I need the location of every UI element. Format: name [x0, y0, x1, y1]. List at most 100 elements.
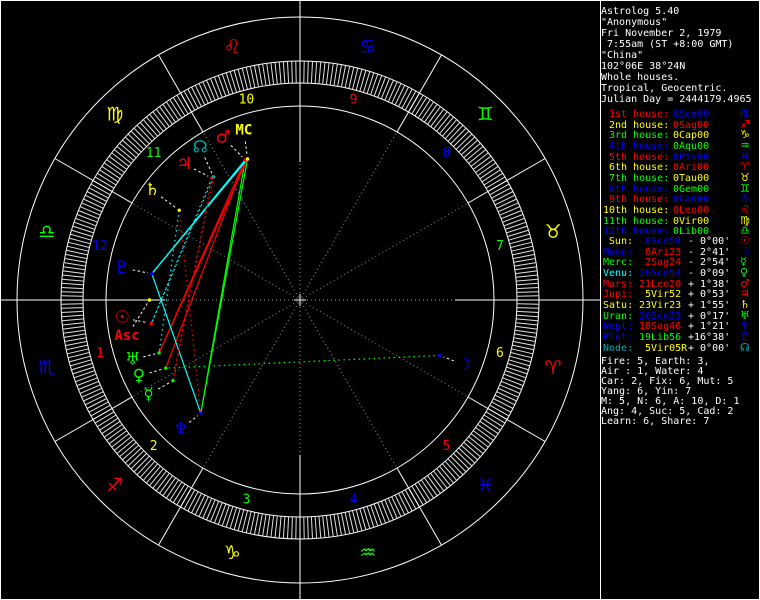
pointer-line-venus [149, 368, 163, 374]
planet-glyph-moon: ☽ [456, 355, 471, 375]
house-number-2: 2 [150, 439, 158, 454]
pointer-line-asc [132, 303, 148, 327]
house-number-8: 8 [442, 146, 450, 161]
sign-glyph-gemini: ♊ [477, 104, 494, 126]
planet-position: 5Vir05R [639, 342, 688, 354]
pointer-line-sun [132, 319, 148, 324]
angle-label-mc: MC [235, 123, 252, 139]
sign-glyph-aquarius: ♒ [359, 542, 376, 564]
planet-velocity: + 0°00' [688, 342, 731, 354]
pointer-line-neptune [188, 415, 199, 423]
pointer-line-node [204, 157, 213, 174]
degree-dot-asc [147, 298, 152, 302]
planet-glyph-uranus: ♅ [125, 350, 140, 370]
planet-velocity: + 1°55' [688, 299, 731, 311]
sign-glyph-scorpio: ♏ [38, 357, 55, 379]
house-row-10: 10th house: 0Leo00 ♌ [601, 204, 760, 217]
pointer-line-mc [244, 141, 248, 156]
sign-glyph-pisces: ♓ [477, 474, 494, 496]
house-cusp-line [202, 302, 299, 469]
sign-glyph-aries: ♈ [545, 357, 562, 379]
house-number-10: 10 [239, 93, 255, 108]
pointer-line-saturn [160, 196, 177, 209]
element-summary: Fire: 5, Earth: 3, Air : 1, Water: 4 Car: … [601, 357, 760, 427]
house-number-9: 9 [350, 93, 358, 108]
planet-glyph-mars: ♂ [215, 128, 230, 148]
natal-chart-wheel: ♈ ♉ ♊ ♋ ♌ ♍ ♎ ♏ ♐ ♑ ♒ ♓ 1 2 3 4 5 6 7 8 9 10 11 12 ☉ ☽ ☿ ♀ ♂ ♃ ♄ ♅ ♆ ♇ ☊ As… [0, 0, 600, 600]
planet-row-node: Node: 5Vir05R + 0°00' ☊ [601, 342, 760, 355]
pointer-line-jupiter [193, 168, 209, 177]
header-line-5: "China" [601, 50, 644, 61]
degree-dot-mc [245, 157, 250, 161]
astrolog-window: ♈ ♉ ♊ ♋ ♌ ♍ ♎ ♏ ♐ ♑ ♒ ♓ 1 2 3 4 5 6 7 8 9 10 11 12 ☉ ☽ ☿ ♀ ♂ ♃ ♄ ♅ ♆ ♇ ☊ As… [0, 0, 760, 600]
degree-dot-venus [164, 366, 168, 370]
house-cusp-line [202, 131, 299, 298]
planet-glyph-jupiter: ♃ [177, 154, 192, 174]
planet-position-list: Sun: 8Sco58- 0°00' ☉ Moon: 8Ari23- 2°41' ☽ M… [601, 235, 760, 355]
chart-wheel-canvas: ♈♉♊♋♌♍♎♏♐♑ ♒♓123 456789101112☉☽☿♀♂♃♄♅♆♇☊As… [0, 0, 600, 600]
house-row-7: 7th house: 0Tau00 ♉ [601, 172, 760, 185]
header-line-3: Fri November 2, 1979 [601, 28, 722, 39]
planet-label: Satu: [603, 299, 634, 311]
planet-glyph-mercury: ☿ [143, 385, 153, 405]
aspect-line-moon-venus [165, 354, 440, 369]
pointer-line-mercury [157, 382, 170, 390]
pointer-line-moon [443, 356, 454, 362]
planet-glyph-sun: ☉ [115, 308, 130, 328]
header-line-4: 7:55am (ST +8:00 GMT) [601, 39, 734, 50]
planet-position: 19Lib56 [639, 331, 682, 343]
degree-dot-moon [438, 353, 442, 358]
sign-glyph-leo: ♌ [224, 36, 241, 58]
house-label: 7th house: [603, 172, 670, 184]
house-cusp-value: 0Tau00 [673, 172, 710, 184]
house-number-12: 12 [92, 239, 108, 254]
degree-dot-uranus [157, 351, 161, 355]
degree-dot-pluto [150, 271, 154, 276]
house-number-7: 7 [496, 239, 504, 254]
house-label: 10th house: [603, 204, 670, 216]
degree-dot-saturn [177, 208, 181, 212]
sign-glyph-libra: ♎ [38, 221, 55, 243]
degree-dot-node [211, 175, 216, 179]
house-cusp-value: 0Leo00 [673, 204, 710, 216]
angle-label-asc: Asc [114, 328, 139, 344]
house-number-5: 5 [442, 439, 450, 454]
planet-glyph-node: ☊ [193, 137, 208, 157]
aspect-line-mc-pluto [151, 158, 249, 275]
planet-velocity: +16°38' [688, 331, 731, 343]
header-line-7: Whole houses. [601, 72, 680, 83]
summary-line-7: Learn: 6, Share: 7 [601, 416, 710, 427]
house-cusp-line [302, 202, 469, 299]
panel-separator [600, 0, 601, 600]
house-cusp-list: 1st house: 0Sco00 ♏ 2nd house: 0Sag00 ♐ 3rd … [601, 108, 760, 238]
header-line-2: "Anonymous" [601, 17, 668, 28]
house-number-4: 4 [350, 492, 358, 507]
chart-header: Astrolog 5.40 "Anonymous" Fri November 2, … [601, 6, 760, 105]
planet-glyph-neptune: ♆ [173, 419, 188, 439]
house-number-11: 11 [146, 146, 162, 161]
planet-row-plut: Plut: 19Lib56 +16°38' ♇ [601, 331, 760, 344]
planet-label: Node: [603, 342, 634, 354]
house-number-3: 3 [243, 492, 251, 507]
house-cusp-line [301, 302, 398, 469]
planet-row-satu: Satu: 23Vir23 + 1°55' ♄ [601, 299, 760, 312]
pointer-line-uranus [143, 353, 156, 358]
degree-dot-sun [149, 321, 154, 326]
planet-glyph-saturn: ♄ [145, 180, 160, 200]
pointer-line-pluto [132, 269, 148, 274]
sign-glyph-sagittarius: ♐ [106, 474, 123, 496]
planet-position: 23Vir23 [639, 299, 682, 311]
house-number-1: 1 [96, 346, 104, 361]
header-line-8: Tropical, Geocentric. [601, 83, 728, 94]
house-cusp-line [301, 131, 398, 298]
header-line-6: 102°06E 38°24N [601, 61, 686, 72]
header-line-1: Astrolog 5.40 [601, 6, 680, 17]
header-line-9: Julian Day = 2444179.4965 [601, 94, 752, 105]
info-panel: Astrolog 5.40 "Anonymous" Fri November 2, … [601, 0, 760, 600]
planet-label: Plut: [603, 331, 634, 343]
planet-glyph-pluto: ♇ [114, 258, 129, 278]
sign-glyph-taurus: ♉ [545, 221, 562, 243]
house-cusp-line [131, 301, 298, 398]
house-cusp-line [302, 301, 469, 398]
sign-glyph-cancer: ♋ [359, 36, 376, 58]
